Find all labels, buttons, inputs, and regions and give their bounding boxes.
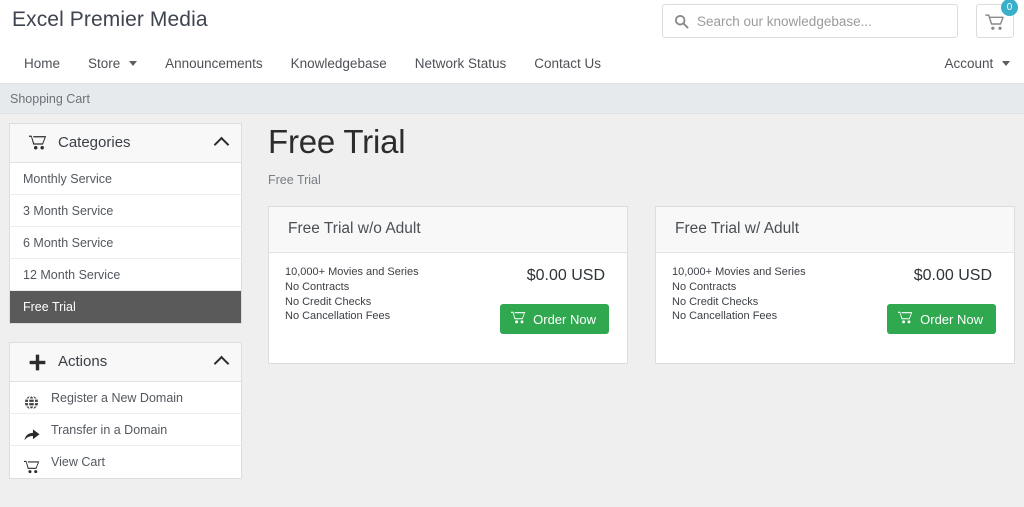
nav-item-label: Network Status — [414, 56, 507, 71]
nav-items: Home Store Announcements Knowledgebase N… — [16, 44, 615, 84]
cart-icon — [511, 311, 526, 327]
search-box[interactable] — [662, 4, 958, 38]
actions-list: Register a New Domain Transfer in a Doma… — [10, 382, 241, 478]
sidebar-item-6-month-service[interactable]: 6 Month Service — [10, 227, 241, 259]
sidebar-item-label: 12 Month Service — [23, 268, 121, 282]
product-card-header: Free Trial w/o Adult — [269, 207, 627, 253]
nav-item-label: Store — [88, 56, 121, 71]
product-list: Free Trial w/o Adult 10,000+ Movies and … — [268, 206, 1015, 364]
sidebar: Categories Monthly Service 3 Month Servi… — [9, 123, 242, 497]
product-price: $0.00 USD — [913, 267, 992, 284]
nav-item-home[interactable]: Home — [16, 44, 74, 84]
nav-item-label: Announcements — [165, 56, 263, 71]
categories-list: Monthly Service 3 Month Service 6 Month … — [10, 163, 241, 323]
actions-panel: Actions Register a New Domain Transfer i… — [9, 342, 242, 479]
order-now-label: Order Now — [920, 311, 983, 327]
top-header: Excel Premier Media 0 — [0, 0, 1024, 44]
sidebar-item-label: 6 Month Service — [23, 236, 114, 250]
sidebar-item-monthly-service[interactable]: Monthly Service — [10, 163, 241, 195]
main-content: Free Trial Free Trial Free Trial w/o Adu… — [268, 114, 1015, 364]
categories-panel-header[interactable]: Categories — [10, 124, 241, 163]
order-now-button[interactable]: Order Now — [500, 304, 609, 334]
nav-item-announcements[interactable]: Announcements — [151, 44, 277, 84]
actions-panel-header[interactable]: Actions — [10, 343, 241, 382]
cart-icon — [24, 454, 40, 486]
sidebar-item-label: Free Trial — [23, 300, 76, 314]
nav-item-store[interactable]: Store — [74, 44, 151, 84]
sidebar-item-label: View Cart — [51, 455, 105, 469]
actions-panel-title: Actions — [58, 353, 108, 370]
chevron-up-icon[interactable] — [213, 355, 230, 372]
cart-icon — [985, 14, 1006, 36]
account-menu-label: Account — [944, 56, 994, 71]
sidebar-item-label: 3 Month Service — [23, 204, 114, 218]
nav-item-network-status[interactable]: Network Status — [401, 44, 521, 84]
breadcrumb-text: Shopping Cart — [10, 92, 90, 106]
sidebar-item-label: Transfer in a Domain — [51, 423, 168, 437]
cart-button[interactable]: 0 — [976, 0, 1018, 38]
order-now-label: Order Now — [533, 311, 596, 327]
sidebar-item-3-month-service[interactable]: 3 Month Service — [10, 195, 241, 227]
search-icon — [674, 14, 689, 29]
nav-item-contact-us[interactable]: Contact Us — [520, 44, 615, 84]
plus-icon — [29, 354, 46, 376]
cart-icon — [29, 135, 47, 155]
sidebar-item-12-month-service[interactable]: 12 Month Service — [10, 259, 241, 291]
nav-item-label: Knowledgebase — [290, 56, 387, 71]
nav-item-knowledgebase[interactable]: Knowledgebase — [277, 44, 401, 84]
categories-panel: Categories Monthly Service 3 Month Servi… — [9, 123, 242, 324]
product-card-body: 10,000+ Movies and Series No Contracts N… — [269, 253, 627, 363]
product-price: $0.00 USD — [526, 267, 605, 284]
chevron-up-icon[interactable] — [213, 136, 230, 153]
breadcrumb: Shopping Cart — [0, 84, 1024, 114]
account-menu[interactable]: Account — [944, 44, 1010, 84]
cart-count-badge: 0 — [1001, 0, 1018, 16]
sidebar-item-transfer-domain[interactable]: Transfer in a Domain — [10, 414, 241, 446]
page-subtitle: Free Trial — [268, 173, 321, 187]
nav-item-label: Home — [24, 56, 61, 71]
categories-panel-title: Categories — [58, 134, 131, 151]
sidebar-item-label: Monthly Service — [23, 172, 112, 186]
product-name: Free Trial w/ Adult — [675, 220, 800, 237]
product-card-header: Free Trial w/ Adult — [656, 207, 1014, 253]
cart-icon — [898, 311, 913, 327]
chevron-down-icon — [129, 61, 138, 66]
sidebar-item-free-trial[interactable]: Free Trial — [10, 291, 241, 323]
product-card: Free Trial w/o Adult 10,000+ Movies and … — [268, 206, 628, 364]
sidebar-item-view-cart[interactable]: View Cart — [10, 446, 241, 478]
sidebar-item-label: Register a New Domain — [51, 391, 183, 405]
sidebar-item-register-domain[interactable]: Register a New Domain — [10, 382, 241, 414]
chevron-down-icon — [1002, 61, 1010, 66]
product-name: Free Trial w/o Adult — [288, 220, 421, 237]
product-card: Free Trial w/ Adult 10,000+ Movies and S… — [655, 206, 1015, 364]
search-input[interactable] — [697, 5, 955, 37]
product-card-body: 10,000+ Movies and Series No Contracts N… — [656, 253, 1014, 363]
main-navigation: Home Store Announcements Knowledgebase N… — [0, 44, 1024, 84]
order-now-button[interactable]: Order Now — [887, 304, 996, 334]
page-content: Categories Monthly Service 3 Month Servi… — [0, 114, 1024, 507]
brand-logo[interactable]: Excel Premier Media — [12, 8, 208, 32]
page-title: Free Trial — [268, 123, 406, 160]
nav-item-label: Contact Us — [534, 56, 602, 71]
